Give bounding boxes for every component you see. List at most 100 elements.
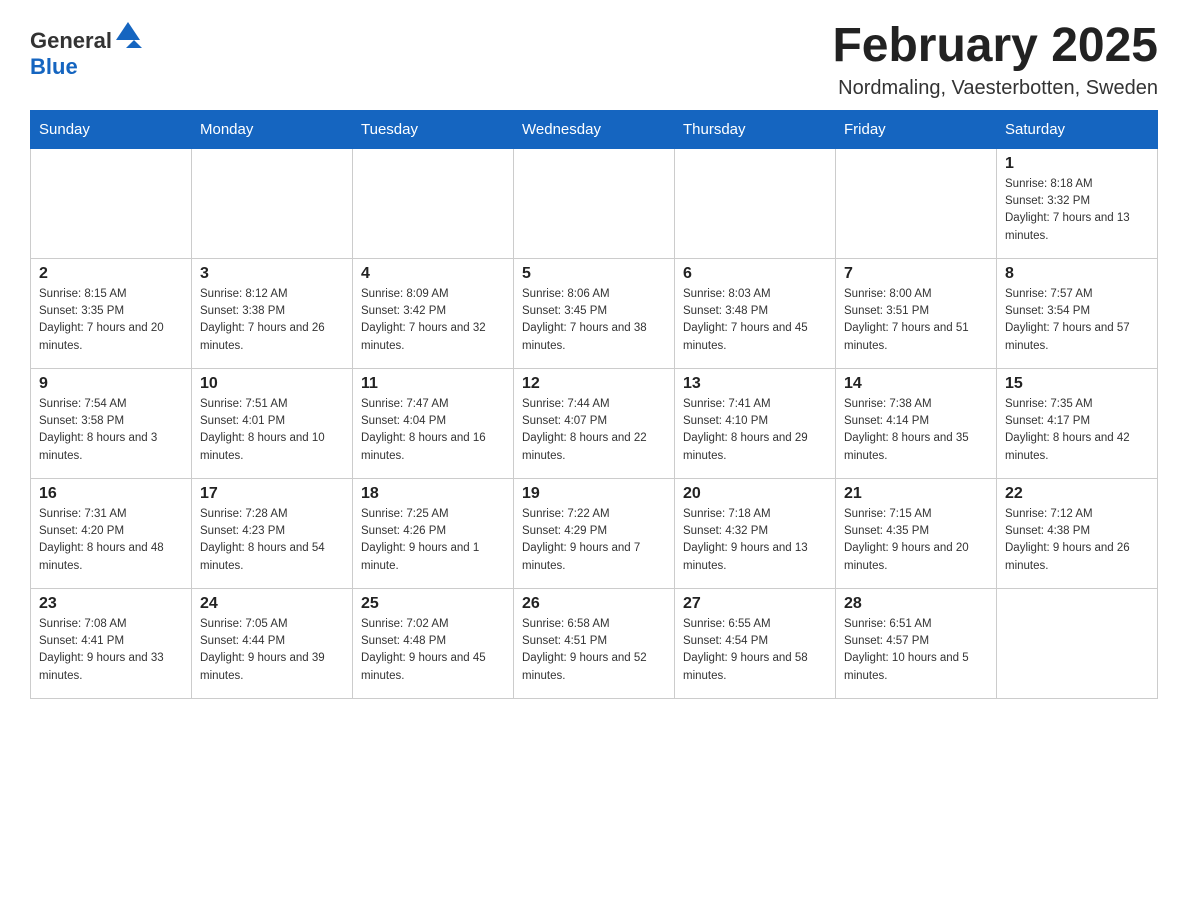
calendar-cell: 26 Sunrise: 6:58 AMSunset: 4:51 PMDaylig… [514,588,675,698]
col-sunday: Sunday [31,110,192,148]
calendar-cell [675,148,836,258]
calendar-cell: 27 Sunrise: 6:55 AMSunset: 4:54 PMDaylig… [675,588,836,698]
calendar-cell: 22 Sunrise: 7:12 AMSunset: 4:38 PMDaylig… [997,478,1158,588]
col-friday: Friday [836,110,997,148]
calendar-cell: 2 Sunrise: 8:15 AMSunset: 3:35 PMDayligh… [31,258,192,368]
day-info: Sunrise: 7:38 AMSunset: 4:14 PMDaylight:… [844,396,988,465]
day-number: 17 [200,485,344,503]
logo-icon [114,20,142,48]
calendar-cell: 10 Sunrise: 7:51 AMSunset: 4:01 PMDaylig… [192,368,353,478]
calendar-week-row-1: 1 Sunrise: 8:18 AMSunset: 3:32 PMDayligh… [31,148,1158,258]
day-info: Sunrise: 8:12 AMSunset: 3:38 PMDaylight:… [200,286,344,355]
calendar-week-row-4: 16 Sunrise: 7:31 AMSunset: 4:20 PMDaylig… [31,478,1158,588]
calendar-cell [514,148,675,258]
day-number: 28 [844,595,988,613]
calendar-cell: 16 Sunrise: 7:31 AMSunset: 4:20 PMDaylig… [31,478,192,588]
calendar-week-row-5: 23 Sunrise: 7:08 AMSunset: 4:41 PMDaylig… [31,588,1158,698]
calendar-cell [353,148,514,258]
day-number: 11 [361,375,505,393]
day-number: 25 [361,595,505,613]
day-number: 26 [522,595,666,613]
day-number: 24 [200,595,344,613]
day-number: 22 [1005,485,1149,503]
day-number: 23 [39,595,183,613]
day-info: Sunrise: 7:15 AMSunset: 4:35 PMDaylight:… [844,506,988,575]
calendar-cell: 21 Sunrise: 7:15 AMSunset: 4:35 PMDaylig… [836,478,997,588]
calendar-cell: 15 Sunrise: 7:35 AMSunset: 4:17 PMDaylig… [997,368,1158,478]
calendar-cell: 14 Sunrise: 7:38 AMSunset: 4:14 PMDaylig… [836,368,997,478]
day-number: 27 [683,595,827,613]
day-info: Sunrise: 7:05 AMSunset: 4:44 PMDaylight:… [200,616,344,685]
title-section: February 2025 Nordmaling, Vaesterbotten,… [832,20,1158,100]
location-title: Nordmaling, Vaesterbotten, Sweden [832,77,1158,100]
calendar-cell: 28 Sunrise: 6:51 AMSunset: 4:57 PMDaylig… [836,588,997,698]
calendar-cell: 12 Sunrise: 7:44 AMSunset: 4:07 PMDaylig… [514,368,675,478]
day-info: Sunrise: 6:58 AMSunset: 4:51 PMDaylight:… [522,616,666,685]
day-info: Sunrise: 7:08 AMSunset: 4:41 PMDaylight:… [39,616,183,685]
col-thursday: Thursday [675,110,836,148]
day-info: Sunrise: 7:44 AMSunset: 4:07 PMDaylight:… [522,396,666,465]
day-number: 8 [1005,265,1149,283]
calendar-cell: 1 Sunrise: 8:18 AMSunset: 3:32 PMDayligh… [997,148,1158,258]
calendar-cell: 11 Sunrise: 7:47 AMSunset: 4:04 PMDaylig… [353,368,514,478]
month-title: February 2025 [832,20,1158,73]
calendar-cell: 13 Sunrise: 7:41 AMSunset: 4:10 PMDaylig… [675,368,836,478]
day-number: 13 [683,375,827,393]
day-number: 16 [39,485,183,503]
day-info: Sunrise: 7:47 AMSunset: 4:04 PMDaylight:… [361,396,505,465]
calendar-cell: 4 Sunrise: 8:09 AMSunset: 3:42 PMDayligh… [353,258,514,368]
calendar-cell [997,588,1158,698]
calendar-cell: 24 Sunrise: 7:05 AMSunset: 4:44 PMDaylig… [192,588,353,698]
day-info: Sunrise: 6:55 AMSunset: 4:54 PMDaylight:… [683,616,827,685]
calendar-cell: 6 Sunrise: 8:03 AMSunset: 3:48 PMDayligh… [675,258,836,368]
day-info: Sunrise: 7:41 AMSunset: 4:10 PMDaylight:… [683,396,827,465]
day-number: 3 [200,265,344,283]
day-info: Sunrise: 8:15 AMSunset: 3:35 PMDaylight:… [39,286,183,355]
calendar-cell [836,148,997,258]
day-info: Sunrise: 6:51 AMSunset: 4:57 PMDaylight:… [844,616,988,685]
day-number: 2 [39,265,183,283]
page-header: General Blue February 2025 Nordmaling, V… [30,20,1158,100]
calendar-cell: 23 Sunrise: 7:08 AMSunset: 4:41 PMDaylig… [31,588,192,698]
day-info: Sunrise: 7:02 AMSunset: 4:48 PMDaylight:… [361,616,505,685]
day-number: 7 [844,265,988,283]
day-info: Sunrise: 8:18 AMSunset: 3:32 PMDaylight:… [1005,176,1149,245]
day-number: 1 [1005,155,1149,173]
day-number: 10 [200,375,344,393]
calendar-cell: 19 Sunrise: 7:22 AMSunset: 4:29 PMDaylig… [514,478,675,588]
calendar-week-row-2: 2 Sunrise: 8:15 AMSunset: 3:35 PMDayligh… [31,258,1158,368]
day-info: Sunrise: 7:22 AMSunset: 4:29 PMDaylight:… [522,506,666,575]
day-info: Sunrise: 7:28 AMSunset: 4:23 PMDaylight:… [200,506,344,575]
day-info: Sunrise: 7:51 AMSunset: 4:01 PMDaylight:… [200,396,344,465]
col-saturday: Saturday [997,110,1158,148]
calendar-cell: 20 Sunrise: 7:18 AMSunset: 4:32 PMDaylig… [675,478,836,588]
day-info: Sunrise: 7:31 AMSunset: 4:20 PMDaylight:… [39,506,183,575]
col-tuesday: Tuesday [353,110,514,148]
calendar-cell: 18 Sunrise: 7:25 AMSunset: 4:26 PMDaylig… [353,478,514,588]
day-info: Sunrise: 7:35 AMSunset: 4:17 PMDaylight:… [1005,396,1149,465]
day-number: 14 [844,375,988,393]
day-number: 20 [683,485,827,503]
calendar-cell: 5 Sunrise: 8:06 AMSunset: 3:45 PMDayligh… [514,258,675,368]
day-number: 12 [522,375,666,393]
calendar-cell: 17 Sunrise: 7:28 AMSunset: 4:23 PMDaylig… [192,478,353,588]
calendar-cell: 8 Sunrise: 7:57 AMSunset: 3:54 PMDayligh… [997,258,1158,368]
calendar-cell: 25 Sunrise: 7:02 AMSunset: 4:48 PMDaylig… [353,588,514,698]
day-number: 6 [683,265,827,283]
day-info: Sunrise: 7:18 AMSunset: 4:32 PMDaylight:… [683,506,827,575]
calendar-cell [31,148,192,258]
day-info: Sunrise: 7:25 AMSunset: 4:26 PMDaylight:… [361,506,505,575]
calendar-header-row: Sunday Monday Tuesday Wednesday Thursday… [31,110,1158,148]
day-info: Sunrise: 7:12 AMSunset: 4:38 PMDaylight:… [1005,506,1149,575]
col-wednesday: Wednesday [514,110,675,148]
day-info: Sunrise: 7:54 AMSunset: 3:58 PMDaylight:… [39,396,183,465]
calendar-cell [192,148,353,258]
day-number: 5 [522,265,666,283]
day-info: Sunrise: 7:57 AMSunset: 3:54 PMDaylight:… [1005,286,1149,355]
logo: General Blue [30,20,142,80]
day-info: Sunrise: 8:06 AMSunset: 3:45 PMDaylight:… [522,286,666,355]
logo-blue: Blue [30,54,78,79]
day-info: Sunrise: 8:09 AMSunset: 3:42 PMDaylight:… [361,286,505,355]
day-number: 9 [39,375,183,393]
calendar-table: Sunday Monday Tuesday Wednesday Thursday… [30,110,1158,699]
